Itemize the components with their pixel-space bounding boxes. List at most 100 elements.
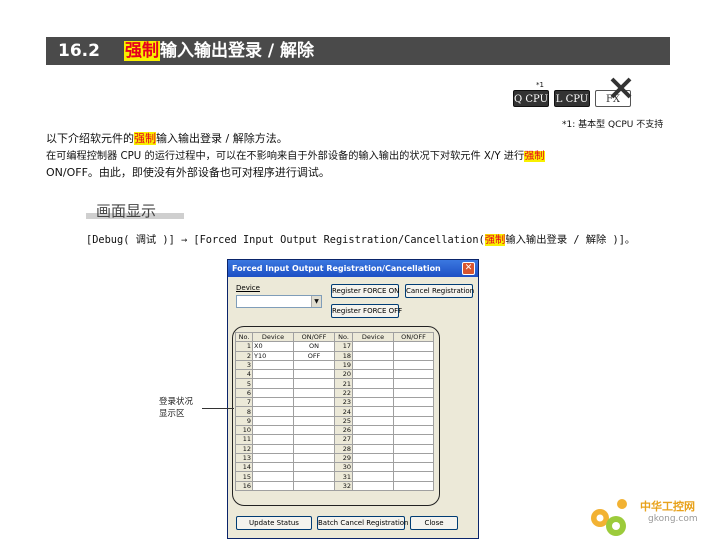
on-off-cell[interactable] [293, 462, 335, 473]
intro-line-1-highlight: 强制 [134, 132, 156, 145]
on-off-cell[interactable] [293, 415, 335, 426]
row-number-cell: 16 [235, 480, 253, 492]
on-off-cell[interactable] [293, 369, 335, 380]
device-cell[interactable] [352, 462, 394, 473]
device-cell[interactable] [252, 387, 294, 399]
close-button[interactable]: Close [410, 516, 458, 530]
on-off-cell[interactable] [393, 350, 434, 361]
device-cell[interactable] [352, 452, 394, 464]
device-cell[interactable] [252, 452, 294, 464]
on-off-cell[interactable] [293, 378, 335, 389]
on-off-cell[interactable] [393, 462, 434, 473]
on-off-cell[interactable] [393, 359, 434, 371]
callout-leader-line [202, 408, 234, 409]
col-header: No. [334, 331, 353, 343]
row-number-cell: 19 [334, 359, 353, 371]
on-off-cell[interactable] [293, 434, 335, 445]
device-cell[interactable]: Y10 [252, 350, 294, 361]
device-cell[interactable] [352, 350, 394, 361]
device-cell[interactable] [252, 424, 294, 436]
device-combobox[interactable] [236, 295, 322, 308]
on-off-cell[interactable]: OFF [293, 350, 335, 361]
device-cell[interactable] [252, 359, 294, 371]
table-row: 6 22 [235, 387, 434, 399]
row-number-cell: 4 [235, 369, 253, 380]
device-cell[interactable] [252, 443, 294, 454]
device-cell[interactable] [352, 387, 394, 399]
row-number-cell: 9 [235, 415, 253, 426]
on-off-cell[interactable] [393, 387, 434, 399]
device-cell[interactable] [352, 341, 394, 352]
row-number-cell: 23 [334, 397, 353, 408]
device-cell[interactable] [352, 397, 394, 408]
table-row: 12 28 [235, 443, 434, 454]
device-cell[interactable] [252, 369, 294, 380]
batch-cancel-registration-button[interactable]: Batch Cancel Registration [317, 516, 409, 530]
badge-q-cpu: Q CPU [513, 90, 549, 107]
on-off-cell[interactable] [393, 434, 434, 445]
callout-line-1: 登录状况 [159, 397, 194, 407]
close-icon[interactable]: ✕ [462, 262, 475, 275]
row-number-cell: 5 [235, 378, 253, 389]
device-cell[interactable] [252, 415, 294, 426]
intro-line-1-text-a: 以下介绍软元件的 [46, 132, 134, 145]
subsection-heading: 画面显示 [86, 203, 184, 219]
device-cell[interactable]: X0 [252, 341, 294, 352]
on-off-cell[interactable] [293, 471, 335, 482]
table-row: 16 32 [235, 480, 434, 492]
row-number-cell: 25 [334, 415, 353, 426]
device-cell[interactable] [352, 359, 394, 371]
chevron-down-icon[interactable]: ▼ [311, 296, 321, 307]
on-off-cell[interactable] [393, 369, 434, 380]
on-off-cell[interactable] [293, 443, 335, 454]
on-off-cell[interactable] [393, 397, 434, 408]
device-cell[interactable] [352, 443, 394, 454]
device-cell[interactable] [252, 406, 294, 417]
device-cell[interactable] [252, 434, 294, 445]
device-cell[interactable] [352, 415, 394, 426]
table-row: 5 21 [235, 378, 434, 389]
register-force-off-button[interactable]: Register FORCE OFF [331, 304, 402, 318]
on-off-cell[interactable] [393, 378, 434, 389]
device-cell[interactable] [352, 424, 394, 436]
row-number-cell: 24 [334, 406, 353, 417]
device-cell[interactable] [252, 378, 294, 389]
on-off-cell[interactable] [293, 424, 335, 436]
on-off-cell[interactable] [393, 406, 434, 417]
col-header: No. [235, 331, 253, 343]
row-number-cell: 15 [235, 471, 253, 482]
on-off-cell[interactable] [393, 480, 434, 492]
table-row: 9 25 [235, 415, 434, 426]
cancel-registration-button[interactable]: Cancel Registration [405, 284, 474, 298]
on-off-cell[interactable] [393, 424, 434, 436]
on-off-cell[interactable]: ON [293, 341, 335, 352]
on-off-cell[interactable] [393, 443, 434, 454]
device-cell[interactable] [352, 480, 394, 492]
row-number-cell: 2 [235, 350, 253, 361]
on-off-cell[interactable] [293, 397, 335, 408]
on-off-cell[interactable] [393, 415, 434, 426]
on-off-cell[interactable] [293, 359, 335, 371]
table-row: 15 31 [235, 471, 434, 482]
row-number-cell: 22 [334, 387, 353, 399]
on-off-cell[interactable] [293, 480, 335, 492]
on-off-cell[interactable] [293, 452, 335, 464]
device-cell[interactable] [352, 369, 394, 380]
on-off-cell[interactable] [293, 406, 335, 417]
device-cell[interactable] [252, 471, 294, 482]
device-cell[interactable] [252, 397, 294, 408]
device-cell[interactable] [352, 434, 394, 445]
device-cell[interactable] [352, 378, 394, 389]
device-cell[interactable] [352, 406, 394, 417]
device-cell[interactable] [252, 480, 294, 492]
update-status-button[interactable]: Update Status [236, 516, 312, 530]
device-cell[interactable] [352, 471, 394, 482]
on-off-cell[interactable] [393, 471, 434, 482]
on-off-cell[interactable] [293, 387, 335, 399]
col-header: Device [252, 331, 294, 343]
on-off-cell[interactable] [393, 341, 434, 352]
register-force-on-button[interactable]: Register FORCE ON [331, 284, 399, 298]
col-header: ON/OFF [293, 331, 335, 343]
on-off-cell[interactable] [393, 452, 434, 464]
device-cell[interactable] [252, 462, 294, 473]
